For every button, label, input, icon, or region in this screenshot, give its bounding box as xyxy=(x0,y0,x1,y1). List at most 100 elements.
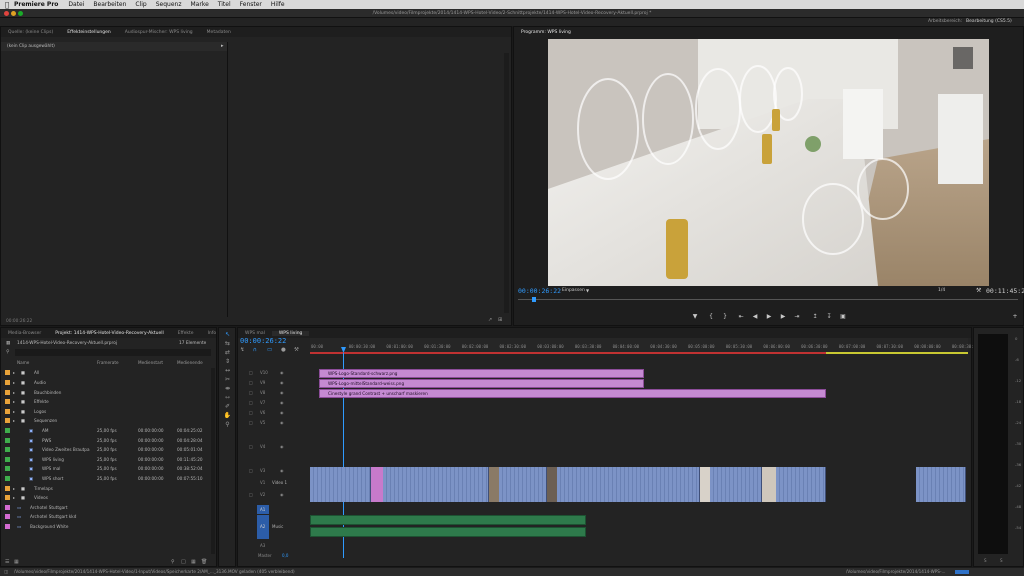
disclosure-triangle-icon[interactable]: ▸ xyxy=(13,399,21,404)
list-item[interactable]: ▣ PWS 25,00 fps 00:00:00:00 00:04:28:04 xyxy=(5,435,213,445)
list-item[interactable]: ▣ WPS mal 25,00 fps 00:00:00:00 00:38:52:04 xyxy=(5,464,213,474)
disclosure-triangle-icon[interactable]: ▸ xyxy=(13,390,21,395)
find-icon[interactable]: ⚲ xyxy=(171,559,175,565)
mark-in-icon[interactable]: { xyxy=(706,313,716,321)
video-clip[interactable] xyxy=(310,467,371,502)
tab-project[interactable]: Projekt: 1414-WPS-Hotel-Video-Recovery-A… xyxy=(48,331,171,336)
col-framerate[interactable]: Framerate xyxy=(97,360,119,365)
list-item[interactable]: ▸ ■ Timelaps xyxy=(5,483,213,493)
nest-toggle-icon[interactable]: ↯ xyxy=(240,347,245,353)
mark-out-icon[interactable]: } xyxy=(720,313,730,321)
list-item[interactable]: ▸ ■ Logos xyxy=(5,406,213,416)
lift-icon[interactable]: ↥ xyxy=(810,313,820,321)
settings-icon[interactable]: ⊞ xyxy=(498,317,502,323)
lock-icon[interactable]: □ xyxy=(249,410,253,415)
app-menu[interactable]: Premiere Pro xyxy=(14,1,58,8)
menu-sequenz[interactable]: Sequenz xyxy=(156,1,182,8)
clip-logo-weiss[interactable]: WPS-Logo-mittelStandard-weiss.png xyxy=(319,379,644,388)
trash-icon[interactable]: 🗑 xyxy=(201,559,207,565)
scrollbar[interactable] xyxy=(504,53,509,313)
label-color-swatch[interactable] xyxy=(5,466,10,472)
disclosure-triangle-icon[interactable]: ▸ xyxy=(13,418,21,423)
tab-effects[interactable]: Effekte xyxy=(171,331,201,336)
lock-icon[interactable]: □ xyxy=(249,468,253,473)
clip-logo-schwarz[interactable]: WPS-Logo-Standard-schwarz.png xyxy=(319,369,644,378)
new-item-icon[interactable]: ▦ xyxy=(191,559,196,565)
go-to-out-icon[interactable]: ⇥ xyxy=(792,313,802,321)
disclosure-triangle-icon[interactable]: ▸ xyxy=(13,409,21,414)
tab-sequence-wps-mal[interactable]: WPS mal xyxy=(238,331,272,336)
lock-icon[interactable]: □ xyxy=(249,370,253,375)
list-item[interactable]: ▸ ■ All xyxy=(5,368,213,378)
label-color-swatch[interactable] xyxy=(5,456,10,462)
list-view-icon[interactable]: ☰ xyxy=(5,559,9,565)
disclosure-triangle-icon[interactable]: ▸ xyxy=(13,370,21,375)
list-item[interactable]: ▣ WPS short 25,00 fps 00:00:00:00 00:07:55:1… xyxy=(5,474,213,484)
timeline-settings-icon[interactable]: ⚒ xyxy=(294,347,299,353)
tab-program[interactable]: Programm: WPS living xyxy=(514,30,578,35)
lock-icon[interactable]: □ xyxy=(249,444,253,449)
label-color-swatch[interactable] xyxy=(5,523,10,529)
label-color-swatch[interactable] xyxy=(5,495,10,501)
video-clip-thumbnail[interactable] xyxy=(547,467,557,502)
zoom-window-button[interactable] xyxy=(18,11,23,16)
list-item[interactable]: ▣ WPS living 25,00 fps 00:00:00:00 00:11:45:… xyxy=(5,454,213,464)
eye-icon[interactable]: ◉ xyxy=(280,410,284,415)
master-volume[interactable]: 0,0 xyxy=(282,553,288,558)
video-clip-thumbnail[interactable] xyxy=(762,467,776,502)
label-color-swatch[interactable] xyxy=(5,475,10,481)
new-bin-icon[interactable]: □ xyxy=(181,559,186,565)
quality-dropdown[interactable]: 1/4 xyxy=(938,288,945,293)
go-to-in-icon[interactable]: ⇤ xyxy=(736,313,746,321)
zoom-icon[interactable]: ⚲ xyxy=(223,421,232,428)
col-name[interactable]: Name xyxy=(17,360,29,365)
list-item[interactable]: ▸ ■ Effekte xyxy=(5,397,213,407)
ripple-edit-icon[interactable]: ⇄ xyxy=(223,349,232,356)
play-icon[interactable]: ▶ xyxy=(764,313,774,321)
workspace-select[interactable]: Bearbeitung (CS5.5) xyxy=(966,19,1012,24)
marker-icon[interactable]: ▼ xyxy=(690,313,700,321)
menu-clip[interactable]: Clip xyxy=(135,1,146,8)
video-clip[interactable] xyxy=(499,467,547,502)
tab-sequence-wps-living[interactable]: WPS living xyxy=(271,330,310,336)
rate-stretch-icon[interactable]: ↔ xyxy=(223,367,232,374)
label-color-swatch[interactable] xyxy=(5,399,10,405)
label-color-swatch[interactable] xyxy=(5,485,10,491)
lock-icon[interactable]: □ xyxy=(249,380,253,385)
menu-fenster[interactable]: Fenster xyxy=(240,1,262,8)
lock-icon[interactable]: □ xyxy=(249,400,253,405)
menu-datei[interactable]: Datei xyxy=(68,1,84,8)
slip-icon[interactable]: ⇼ xyxy=(223,385,232,392)
eye-icon[interactable]: ◉ xyxy=(280,400,284,405)
wrench-icon[interactable]: ⚒ xyxy=(976,287,981,294)
timeline-timecode[interactable]: 00:00:26:22 xyxy=(240,337,286,345)
solo-right[interactable]: S xyxy=(1000,558,1003,563)
selection-tool-icon[interactable]: ↖ xyxy=(223,331,232,338)
label-color-swatch[interactable] xyxy=(5,437,10,443)
menu-titel[interactable]: Titel xyxy=(218,1,231,8)
col-media-start[interactable]: Medienstart xyxy=(138,360,163,365)
tab-media-browser[interactable]: Media-Browser xyxy=(1,331,48,336)
add-button-icon[interactable]: + xyxy=(1010,313,1020,321)
tab-source[interactable]: Quelle: (keine Clips) xyxy=(1,30,60,35)
label-color-swatch[interactable] xyxy=(5,408,10,414)
chevron-down-icon[interactable]: ▼ xyxy=(586,288,589,293)
minimize-window-button[interactable] xyxy=(11,11,16,16)
pen-icon[interactable]: ✐ xyxy=(223,403,232,410)
label-color-swatch[interactable] xyxy=(5,447,10,453)
extract-icon[interactable]: ↧ xyxy=(824,313,834,321)
col-media-end[interactable]: Medienende xyxy=(177,360,203,365)
eye-icon[interactable]: ◉ xyxy=(280,390,284,395)
eye-icon[interactable]: ◉ xyxy=(280,380,284,385)
step-back-icon[interactable]: ◀ xyxy=(750,313,760,321)
video-clip[interactable] xyxy=(776,467,826,502)
video-clip-thumbnail[interactable] xyxy=(700,467,710,502)
eye-icon[interactable]: ◉ xyxy=(280,420,284,425)
expand-arrow-icon[interactable]: ▸ xyxy=(221,43,224,49)
program-playhead[interactable] xyxy=(532,297,536,302)
list-item[interactable]: ▣ AM 25,00 fps 00:00:00:00 00:04:25:02 xyxy=(5,426,213,436)
lock-icon[interactable]: □ xyxy=(249,492,253,497)
list-item[interactable]: ▸ ■ Bauchbinden xyxy=(5,387,213,397)
list-item[interactable]: ▭ Archotel Stuttgart kkd xyxy=(5,512,213,522)
close-window-button[interactable] xyxy=(4,11,9,16)
